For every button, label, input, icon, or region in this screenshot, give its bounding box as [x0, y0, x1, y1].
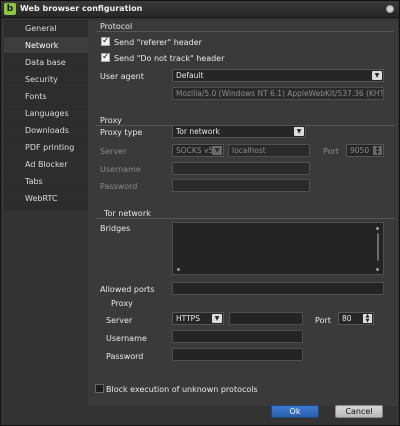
sidebar-item-ad-blocker[interactable]: Ad Blocker — [4, 156, 88, 173]
window-title: Web browser configuration — [20, 4, 143, 13]
send-referer-checkbox[interactable]: ✓ — [101, 36, 110, 46]
proxy-type-selected: Tor network — [176, 127, 220, 136]
bridges-label: Bridges — [100, 224, 131, 233]
sidebar-item-languages[interactable]: Languages — [4, 105, 88, 122]
tor-port-label: Port — [315, 316, 331, 325]
sidebar-item-fonts[interactable]: Fonts — [4, 88, 88, 105]
sidebar-item-tabs[interactable]: Tabs — [4, 173, 88, 190]
proxy-port-label: Port — [323, 147, 339, 156]
send-dnt-label: Send "Do not track" header — [114, 54, 225, 63]
tor-proxy-legend: Proxy — [111, 299, 133, 308]
sidebar-item-pdf-printing[interactable]: PDF printing — [4, 139, 88, 156]
proxy-username-label: Username — [100, 165, 141, 174]
user-agent-string-field[interactable]: Mozilla/5.0 (Windows NT 6.1) AppleWebKit… — [172, 87, 384, 100]
send-referer-label: Send "referer" header — [114, 38, 202, 47]
tor-port-spinner[interactable]: 80 ▲ ▼ — [338, 312, 374, 325]
tor-server-host-field[interactable] — [229, 312, 303, 325]
checkmark-icon: ✓ — [102, 52, 110, 62]
tor-server-label: Server — [106, 316, 133, 325]
title-bar[interactable]: b Web browser configuration — [1, 1, 399, 18]
user-agent-selected: Default — [176, 71, 204, 80]
proxy-username-field[interactable] — [172, 162, 310, 175]
settings-sidebar: General Network Data base Security Fonts… — [4, 20, 88, 210]
close-window-icon[interactable] — [386, 5, 394, 13]
user-agent-select[interactable]: Default ▼ — [172, 69, 384, 82]
sidebar-item-general[interactable]: General — [4, 20, 88, 37]
user-agent-label: User agent — [100, 72, 144, 81]
tor-port-value: 80 — [342, 314, 352, 323]
vertical-scrollbar[interactable] — [377, 233, 379, 261]
proxy-server-host-field[interactable]: localhost — [228, 144, 310, 157]
ok-button[interactable]: Ok — [271, 405, 319, 418]
chevron-down-icon: ▼ — [294, 127, 304, 136]
tor-server-protocol-select[interactable]: HTTPS ▼ — [172, 312, 224, 325]
sidebar-item-database[interactable]: Data base — [4, 54, 88, 71]
proxy-server-label: Server — [100, 147, 127, 156]
scroll-right-icon — [376, 268, 379, 271]
protocol-divider — [96, 31, 394, 32]
tor-network-divider — [96, 218, 394, 219]
send-dnt-checkbox[interactable]: ✓ — [101, 52, 110, 62]
chevron-down-icon: ▼ — [372, 71, 382, 80]
tor-server-protocol-selected: HTTPS — [176, 314, 200, 323]
tor-password-field[interactable] — [172, 348, 303, 361]
tor-password-label: Password — [106, 352, 144, 361]
sidebar-item-webrtc[interactable]: WebRTC — [4, 190, 88, 207]
tor-username-label: Username — [106, 334, 147, 343]
chevron-down-icon: ▼ — [212, 314, 222, 323]
bridges-textarea[interactable] — [172, 222, 384, 275]
tor-network-legend: Tor network — [104, 209, 151, 218]
scroll-up-icon — [376, 227, 379, 230]
proxy-server-protocol-selected: SOCKS v5 — [176, 146, 214, 155]
sidebar-item-downloads[interactable]: Downloads — [4, 122, 88, 139]
sidebar-item-network[interactable]: Network — [4, 37, 88, 54]
scroll-left-icon — [177, 268, 180, 271]
spinner-arrows-icon[interactable]: ▲ ▼ — [363, 314, 372, 323]
block-unknown-protocols-label: Block execution of unknown protocols — [106, 385, 258, 394]
proxy-type-label: Proxy type — [100, 128, 143, 137]
app-logo-icon: b — [4, 3, 16, 15]
checkmark-icon: ✓ — [102, 36, 110, 46]
proxy-port-value: 9050 — [350, 146, 370, 155]
cancel-button[interactable]: Cancel — [335, 405, 383, 418]
allowed-ports-field[interactable] — [172, 282, 384, 295]
allowed-ports-label: Allowed ports — [100, 285, 155, 294]
proxy-type-select[interactable]: Tor network ▼ — [172, 125, 306, 138]
protocol-legend: Protocol — [100, 22, 133, 31]
proxy-port-spinner[interactable]: 9050 ▲ ▼ — [346, 144, 384, 157]
sidebar-item-security[interactable]: Security — [4, 71, 88, 88]
proxy-server-protocol-select[interactable]: SOCKS v5 ▼ — [172, 144, 224, 157]
spinner-arrows-icon[interactable]: ▲ ▼ — [373, 146, 382, 155]
tor-username-field[interactable] — [172, 330, 303, 343]
proxy-password-field[interactable] — [172, 179, 310, 192]
chevron-down-icon: ▼ — [212, 146, 222, 155]
config-window: b Web browser configuration General Netw… — [0, 0, 400, 426]
network-settings-panel: Protocol ✓ Send "referer" header ✓ Send … — [88, 20, 398, 406]
proxy-legend: Proxy — [100, 116, 122, 125]
proxy-password-label: Password — [100, 182, 138, 191]
block-unknown-protocols-checkbox[interactable] — [95, 384, 104, 393]
